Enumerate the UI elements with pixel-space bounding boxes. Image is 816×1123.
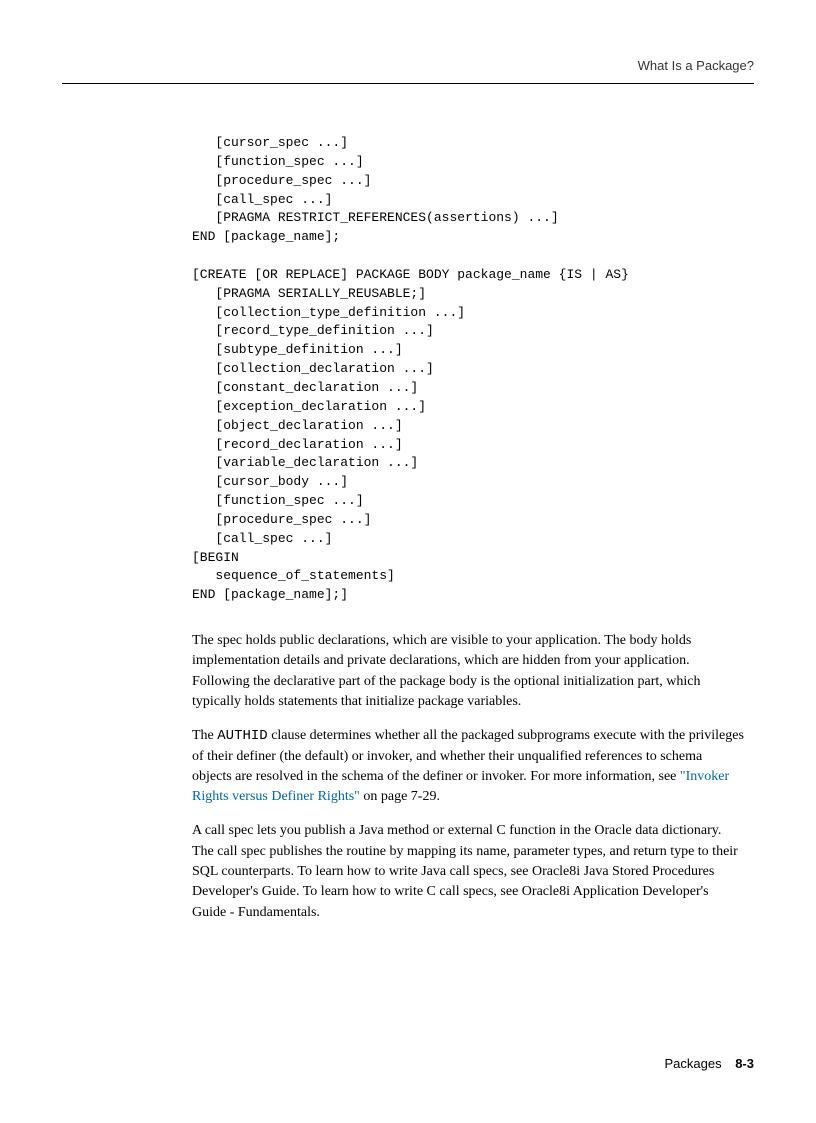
footer-page-number: 8-3 (735, 1056, 754, 1071)
p2-text-a: The (192, 728, 217, 743)
paragraph-authid: The AUTHID clause determines whether all… (192, 726, 744, 807)
authid-code: AUTHID (217, 728, 267, 744)
footer-chapter: Packages (664, 1056, 721, 1071)
p2-text-b: clause determines whether all the packag… (192, 728, 744, 784)
paragraph-call-spec: A call spec lets you publish a Java meth… (192, 821, 744, 922)
p2-text-c: on page 7-29. (360, 789, 440, 804)
paragraph-spec-body: The spec holds public declarations, whic… (192, 631, 744, 712)
code-block: [cursor_spec ...] [function_spec ...] [p… (192, 134, 744, 605)
content-area: [cursor_spec ...] [function_spec ...] [p… (192, 134, 744, 923)
page-footer: Packages 8-3 (664, 1056, 754, 1071)
page-header: What Is a Package? (62, 58, 754, 84)
header-title: What Is a Package? (638, 58, 754, 73)
